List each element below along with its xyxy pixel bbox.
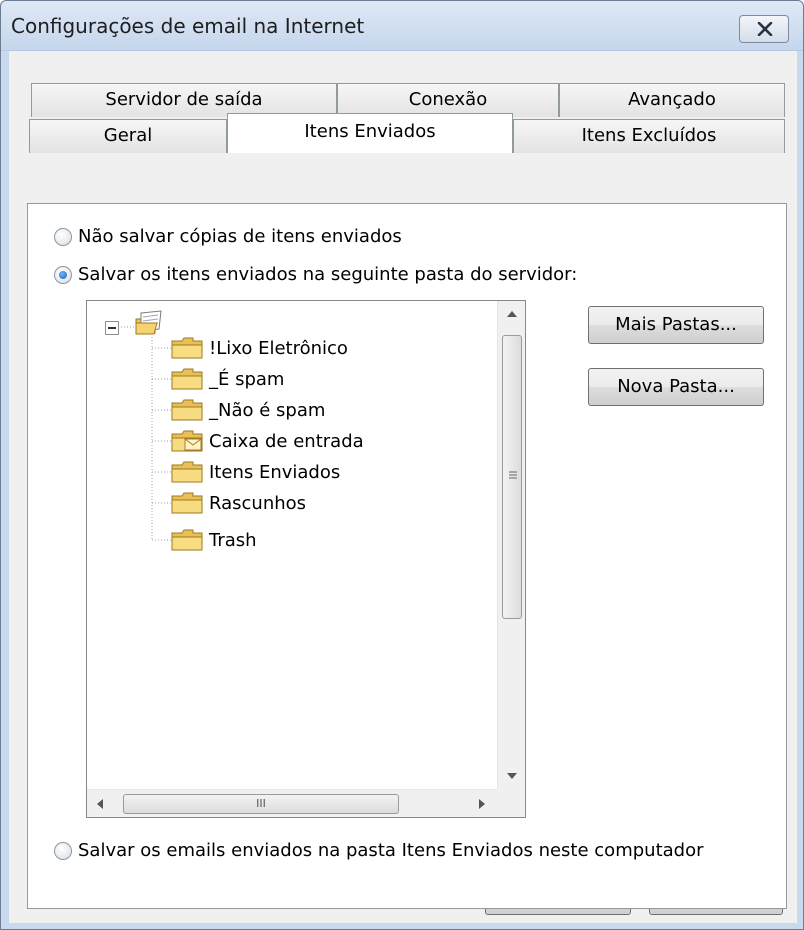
tree-item-label: Rascunhos bbox=[209, 492, 307, 514]
scrollbar-corner bbox=[497, 789, 525, 817]
tree-item-nao-e-spam[interactable]: _Não é spam bbox=[171, 395, 325, 425]
folder-icon bbox=[171, 529, 203, 551]
tree-item-rascunhos[interactable]: Rascunhos bbox=[171, 488, 306, 518]
close-icon bbox=[757, 22, 773, 36]
radio-nao-salvar[interactable] bbox=[54, 227, 72, 246]
tree-vertical-scrollbar[interactable] bbox=[497, 301, 525, 789]
radio-salvar-servidor[interactable] bbox=[54, 265, 72, 284]
tab-servidor-de-saida[interactable]: Servidor de saída bbox=[31, 83, 337, 117]
dialog-window: Configurações de email na Internet Servi… bbox=[0, 0, 804, 930]
tree-item-e-spam[interactable]: _É spam bbox=[171, 364, 284, 394]
dialog-client-area: Servidor de saída Conexão Avançado Geral… bbox=[9, 51, 797, 923]
new-folder-button[interactable]: Nova Pasta... bbox=[588, 368, 764, 406]
tree-item-label: !Lixo Eletrônico bbox=[209, 337, 348, 359]
folder-icon bbox=[171, 337, 203, 359]
vertical-scroll-thumb[interactable] bbox=[502, 335, 522, 619]
tree-horizontal-scrollbar[interactable]: III bbox=[87, 789, 497, 817]
tree-item-label: Caixa de entrada bbox=[209, 430, 364, 452]
radio-salvar-local[interactable] bbox=[54, 841, 72, 860]
option-nao-salvar[interactable]: Não salvar cópias de itens enviados bbox=[54, 226, 402, 247]
scroll-down-icon[interactable] bbox=[507, 773, 517, 779]
tab-panel-itens-enviados: Não salvar cópias de itens enviados Salv… bbox=[27, 203, 787, 909]
scroll-up-icon[interactable] bbox=[507, 311, 517, 317]
horizontal-scroll-thumb[interactable]: III bbox=[123, 794, 399, 814]
folder-icon bbox=[171, 461, 203, 483]
option-salvar-servidor[interactable]: Salvar os itens enviados na seguinte pas… bbox=[54, 264, 577, 285]
close-button[interactable] bbox=[739, 15, 789, 43]
folder-tree[interactable]: !Lixo Eletrônico _É spam _Não é spam Cai… bbox=[86, 300, 526, 818]
option-salvar-local-label: Salvar os emails enviados na pasta Itens… bbox=[78, 840, 704, 861]
tab-itens-enviados[interactable]: Itens Enviados bbox=[227, 113, 513, 153]
tree-item-label: Trash bbox=[209, 529, 257, 551]
more-folders-button[interactable]: Mais Pastas... bbox=[588, 306, 764, 344]
tab-geral[interactable]: Geral bbox=[29, 119, 227, 153]
window-title: Configurações de email na Internet bbox=[11, 14, 365, 38]
tab-conexao[interactable]: Conexão bbox=[337, 83, 559, 117]
tree-item-label: _É spam bbox=[209, 368, 285, 390]
tree-item-trash[interactable]: Trash bbox=[171, 525, 257, 555]
tree-item-label: Itens Enviados bbox=[209, 461, 341, 483]
folder-icon bbox=[171, 492, 203, 514]
inbox-folder-icon bbox=[171, 430, 203, 452]
title-bar: Configurações de email na Internet bbox=[1, 1, 803, 51]
scroll-left-icon[interactable] bbox=[97, 799, 103, 809]
folder-icon bbox=[171, 399, 203, 421]
scroll-right-icon[interactable] bbox=[479, 799, 485, 809]
grip-icon bbox=[509, 471, 517, 479]
option-salvar-servidor-label: Salvar os itens enviados na seguinte pas… bbox=[78, 264, 578, 285]
option-salvar-local[interactable]: Salvar os emails enviados na pasta Itens… bbox=[54, 840, 704, 861]
tree-item-caixa-de-entrada[interactable]: Caixa de entrada bbox=[171, 426, 364, 456]
tree-item-label: _Não é spam bbox=[209, 399, 326, 421]
tree-item-itens-enviados[interactable]: Itens Enviados bbox=[171, 457, 340, 487]
tree-item-lixo-eletronico[interactable]: !Lixo Eletrônico bbox=[171, 333, 348, 363]
tree-collapse-icon[interactable] bbox=[105, 321, 119, 335]
folder-icon bbox=[171, 368, 203, 390]
tab-avancado[interactable]: Avançado bbox=[559, 83, 785, 117]
tab-itens-excluidos[interactable]: Itens Excluídos bbox=[513, 119, 785, 153]
option-nao-salvar-label: Não salvar cópias de itens enviados bbox=[78, 226, 402, 247]
horizontal-grip: III bbox=[256, 797, 266, 810]
account-folder-icon bbox=[135, 310, 162, 335]
